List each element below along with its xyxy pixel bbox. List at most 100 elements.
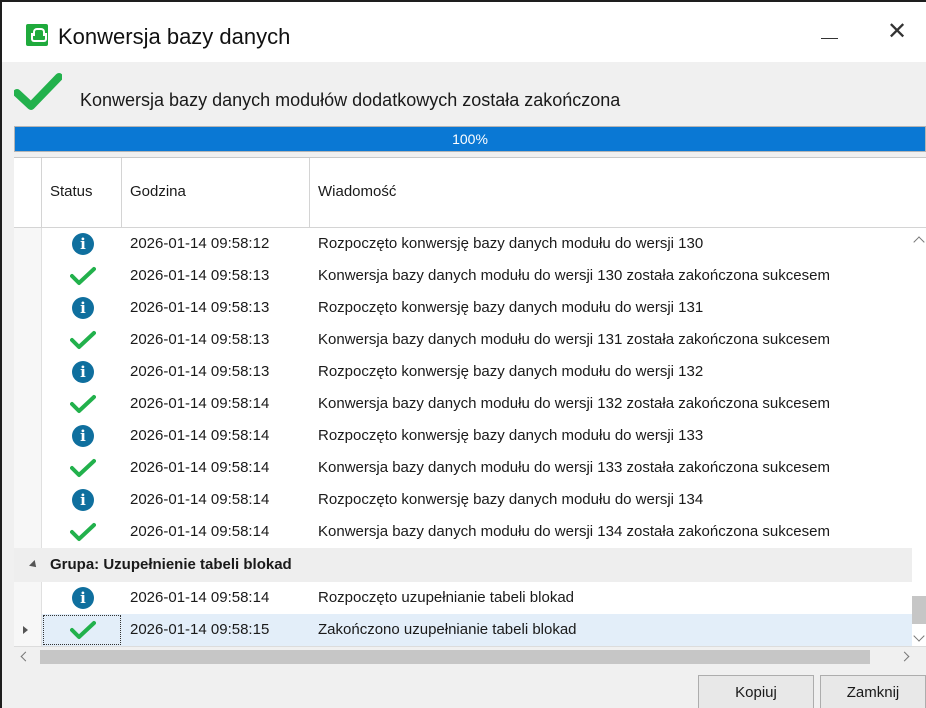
horizontal-scrollbar[interactable] (14, 646, 926, 666)
time-cell: 2026-01-14 09:58:13 (130, 363, 270, 380)
status-cell (42, 614, 122, 646)
time-cell: 2026-01-14 09:58:12 (130, 235, 270, 252)
time-cell: 2026-01-14 09:58:15 (130, 621, 270, 638)
progress-bar: 100% (14, 126, 926, 152)
table-row[interactable]: 2026-01-14 09:58:13 Konwersja bazy danych… (14, 324, 916, 356)
close-button[interactable]: Zamknij (820, 675, 926, 708)
status-cell (42, 452, 122, 484)
scroll-down-icon[interactable] (913, 630, 925, 642)
table-row[interactable]: i 2026-01-14 09:58:14 Rozpoczęto uzupełnia… (14, 582, 916, 614)
row-indicator[interactable] (14, 452, 42, 484)
check-icon (70, 266, 96, 286)
info-icon: i (72, 361, 94, 383)
basket-app-icon (26, 24, 48, 46)
vertical-scrollbar[interactable] (912, 228, 926, 646)
scroll-up-icon[interactable] (913, 236, 925, 248)
message-cell: Konwersja bazy danych modułu do wersji 1… (318, 267, 830, 284)
check-icon (70, 458, 96, 478)
table-row[interactable]: i 2026-01-14 09:58:13 Rozpoczęto konwersję… (14, 292, 916, 324)
status-cell: i (42, 356, 122, 388)
time-cell: 2026-01-14 09:58:13 (130, 331, 270, 348)
success-check-icon (14, 73, 62, 110)
status-cell: i (42, 484, 122, 516)
time-cell: 2026-01-14 09:58:14 (130, 427, 270, 444)
table-row[interactable]: 2026-01-14 09:58:14 Konwersja bazy danych… (14, 388, 916, 420)
message-cell: Konwersja bazy danych modułu do wersji 1… (318, 395, 830, 412)
time-cell: 2026-01-14 09:58:13 (130, 299, 270, 316)
title-bar: Konwersja bazy danych ✕ (2, 2, 926, 62)
time-cell: 2026-01-14 09:58:14 (130, 459, 270, 476)
time-cell: 2026-01-14 09:58:14 (130, 395, 270, 412)
message-cell: Rozpoczęto konwersję bazy danych modułu … (318, 363, 704, 380)
table-row[interactable]: 2026-01-14 09:58:15 Zakończono uzupełnian… (14, 614, 916, 646)
status-cell: i (42, 292, 122, 324)
time-cell: 2026-01-14 09:58:13 (130, 267, 270, 284)
message-cell: Konwersja bazy danych modułu do wersji 1… (318, 331, 830, 348)
check-icon (70, 620, 96, 640)
info-icon: i (72, 425, 94, 447)
status-cell: i (42, 420, 122, 452)
time-cell: 2026-01-14 09:58:14 (130, 589, 270, 606)
check-icon (70, 330, 96, 350)
row-indicator[interactable] (14, 388, 42, 420)
collapse-triangle-icon[interactable] (29, 560, 39, 570)
table-row[interactable]: 2026-01-14 09:58:13 Konwersja bazy danych… (14, 260, 916, 292)
row-indicator[interactable] (14, 228, 42, 260)
row-indicator[interactable] (14, 324, 42, 356)
time-cell: 2026-01-14 09:58:14 (130, 491, 270, 508)
group-row[interactable]: Grupa: Uzupełnienie tabeli blokad (14, 548, 916, 582)
header-indicator-cell (14, 158, 42, 228)
check-icon (70, 394, 96, 414)
message-cell: Konwersja bazy danych modułu do wersji 1… (318, 459, 830, 476)
row-indicator[interactable] (14, 484, 42, 516)
row-indicator[interactable] (14, 260, 42, 292)
info-icon: i (72, 489, 94, 511)
column-header-time[interactable]: Godzina (122, 158, 310, 228)
progress-label: 100% (452, 131, 488, 147)
row-indicator[interactable] (14, 614, 42, 646)
vertical-scroll-thumb[interactable] (912, 596, 926, 624)
message-cell: Rozpoczęto konwersję bazy danych modułu … (318, 491, 704, 508)
message-cell: Konwersja bazy danych modułu do wersji 1… (318, 523, 830, 540)
minimize-button[interactable] (806, 12, 852, 52)
check-icon (70, 522, 96, 542)
table-row[interactable]: i 2026-01-14 09:58:14 Rozpoczęto konwersję… (14, 484, 916, 516)
scroll-right-icon[interactable] (899, 651, 910, 662)
status-cell: i (42, 582, 122, 614)
row-indicator[interactable] (14, 516, 42, 548)
horizontal-scroll-thumb[interactable] (40, 650, 870, 664)
status-cell (42, 516, 122, 548)
status-message: Konwersja bazy danych modułów dodatkowyc… (80, 90, 621, 110)
log-grid: Status Godzina Wiadomość i 2026-01-14 09:… (14, 157, 926, 666)
window-title: Konwersja bazy danych (58, 24, 291, 49)
close-window-button[interactable]: ✕ (874, 12, 920, 52)
table-row[interactable]: 2026-01-14 09:58:14 Konwersja bazy danych… (14, 452, 916, 484)
time-cell: 2026-01-14 09:58:14 (130, 523, 270, 540)
group-label: Grupa: Uzupełnienie tabeli blokad (50, 556, 292, 573)
table-row[interactable]: 2026-01-14 09:58:14 Konwersja bazy danych… (14, 516, 916, 548)
copy-button[interactable]: Kopiuj (698, 675, 814, 708)
column-header-status[interactable]: Status (42, 158, 122, 228)
row-indicator[interactable] (14, 420, 42, 452)
status-line: Konwersja bazy danych modułów dodatkowyc… (2, 62, 926, 118)
current-row-arrow-icon (23, 626, 28, 634)
table-row[interactable]: i 2026-01-14 09:58:12 Rozpoczęto konwersję… (14, 228, 916, 260)
column-header-message[interactable]: Wiadomość (310, 158, 916, 228)
message-cell: Rozpoczęto uzupełnianie tabeli blokad (318, 589, 575, 606)
message-cell: Rozpoczęto konwersję bazy danych modułu … (318, 235, 704, 252)
message-cell: Rozpoczęto konwersję bazy danych modułu … (318, 427, 704, 444)
dialog-footer: Kopiuj Zamknij (2, 665, 926, 708)
table-row[interactable]: i 2026-01-14 09:58:13 Rozpoczęto konwersję… (14, 356, 916, 388)
conversion-window: Konwersja bazy danych ✕ Konwersja bazy d… (0, 0, 926, 708)
status-cell (42, 260, 122, 292)
grid-rows: i 2026-01-14 09:58:12 Rozpoczęto konwersję… (14, 228, 916, 646)
status-cell (42, 388, 122, 420)
table-row[interactable]: i 2026-01-14 09:58:14 Rozpoczęto konwersję… (14, 420, 916, 452)
status-cell: i (42, 228, 122, 260)
row-indicator[interactable] (14, 292, 42, 324)
scroll-left-icon[interactable] (20, 651, 31, 662)
row-indicator[interactable] (14, 356, 42, 388)
info-icon: i (72, 233, 94, 255)
row-indicator[interactable] (14, 582, 42, 614)
message-cell: Zakończono uzupełnianie tabeli blokad (318, 621, 577, 638)
